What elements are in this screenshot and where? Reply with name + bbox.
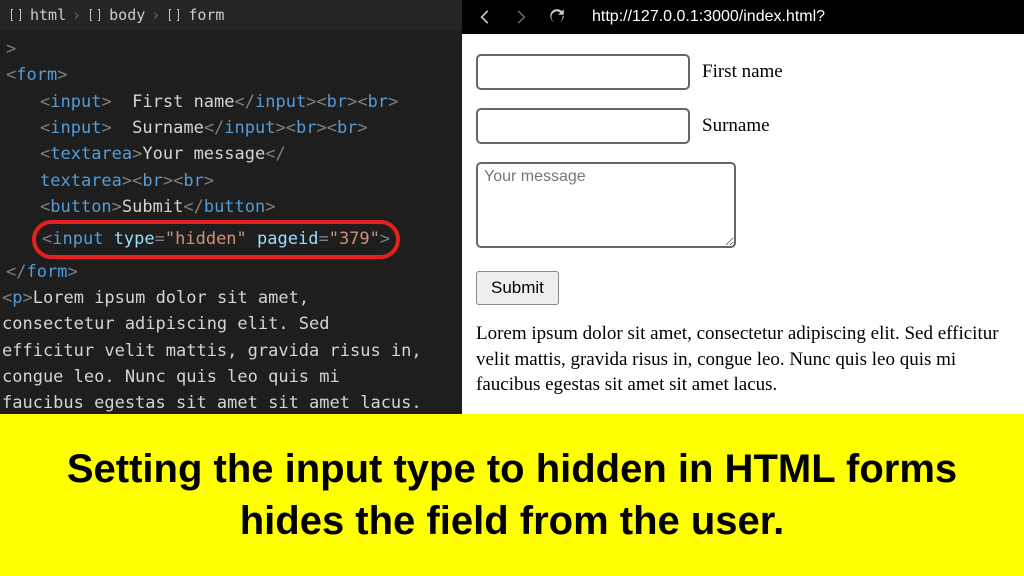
code-token: textarea — [40, 171, 122, 191]
brackets-icon — [8, 7, 24, 23]
code-token: input — [50, 92, 101, 112]
breadcrumb-item[interactable]: html — [30, 6, 66, 24]
caption-text: Setting the input type to hidden in HTML… — [20, 443, 1004, 547]
browser-preview-panel: http://127.0.0.1:3000/index.html? First … — [462, 0, 1024, 414]
code-text: > — [6, 39, 16, 59]
brackets-icon — [166, 7, 182, 23]
browser-toolbar: http://127.0.0.1:3000/index.html? — [462, 0, 1024, 34]
first-name-label: First name — [702, 61, 783, 83]
code-token: input — [52, 229, 103, 249]
code-token: Your message — [142, 144, 265, 164]
code-token: Submit — [122, 197, 183, 217]
surname-input[interactable] — [476, 108, 690, 144]
code-token: br — [327, 92, 347, 112]
code-token: First name — [112, 92, 235, 112]
code-token: pageid — [257, 229, 318, 249]
code-token: Surname — [112, 118, 204, 138]
brackets-icon — [87, 7, 103, 23]
code-token: "hidden" — [165, 229, 247, 249]
code-token: consectetur adipiscing elit. Sed — [2, 314, 330, 334]
forward-button[interactable] — [512, 8, 530, 26]
code-token: congue leo. Nunc quis leo quis mi — [2, 367, 340, 387]
page-content: First name Surname Your message Submit L… — [462, 34, 1024, 418]
chevron-right-icon: › — [72, 6, 81, 24]
message-textarea[interactable]: Your message — [476, 162, 736, 248]
code-token: br — [337, 118, 357, 138]
code-token: faucibus egestas sit amet sit amet lacus… — [2, 393, 422, 413]
code-editor-panel: html › body › form > <form> <input> Firs… — [0, 0, 462, 414]
code-token: button — [50, 197, 111, 217]
code-token: type — [114, 229, 155, 249]
surname-label: Surname — [702, 115, 770, 137]
back-button[interactable] — [476, 8, 494, 26]
code-token: p — [12, 288, 22, 308]
url-bar[interactable]: http://127.0.0.1:3000/index.html? — [584, 8, 825, 26]
code-token: br — [142, 171, 162, 191]
code-token: br — [296, 118, 316, 138]
code-token: input — [255, 92, 306, 112]
chevron-right-icon: › — [151, 6, 160, 24]
code-token: br — [368, 92, 388, 112]
breadcrumb-item[interactable]: form — [188, 6, 224, 24]
lorem-paragraph: Lorem ipsum dolor sit amet, consectetur … — [476, 321, 1010, 398]
refresh-button[interactable] — [548, 8, 566, 26]
code-token: Lorem ipsum dolor sit amet, — [33, 288, 309, 308]
code-token: "379" — [329, 229, 380, 249]
highlight-hidden-input: <input type="hidden" pageid="379"> — [32, 220, 400, 258]
breadcrumb-item[interactable]: body — [109, 6, 145, 24]
code-token: form — [26, 262, 67, 282]
submit-button[interactable]: Submit — [476, 271, 559, 305]
code-token: input — [50, 118, 101, 138]
breadcrumb: html › body › form — [0, 0, 462, 30]
code-token: efficitur velit mattis, gravida risus in… — [2, 341, 422, 361]
caption-banner: Setting the input type to hidden in HTML… — [0, 414, 1024, 576]
code-token: input — [224, 118, 275, 138]
code-token: br — [183, 171, 203, 191]
code-token: textarea — [50, 144, 132, 164]
code-token: form — [16, 65, 57, 85]
code-token: button — [204, 197, 265, 217]
code-area[interactable]: > <form> <input> First name</input><br><… — [0, 30, 462, 414]
first-name-input[interactable] — [476, 54, 690, 90]
